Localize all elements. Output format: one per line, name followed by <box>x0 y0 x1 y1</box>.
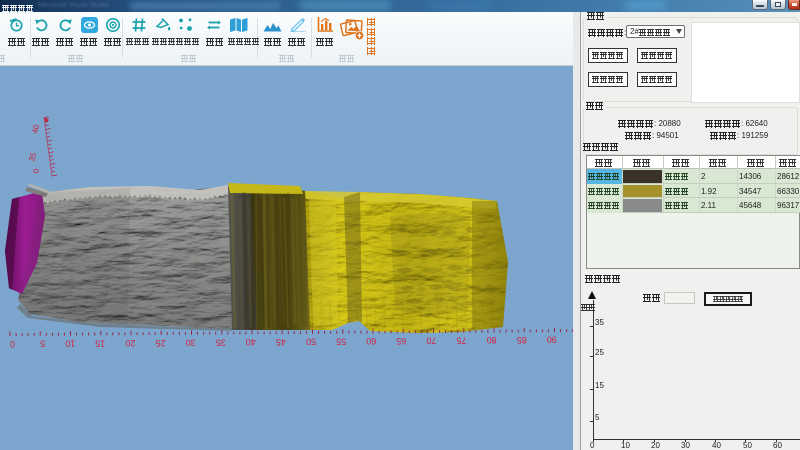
svg-text:40: 40 <box>246 337 256 347</box>
svg-text:0: 0 <box>31 167 41 174</box>
svg-text:80: 80 <box>487 335 497 345</box>
svg-text:75: 75 <box>456 335 466 345</box>
svg-text:65: 65 <box>396 336 406 346</box>
svg-text:20: 20 <box>125 338 135 348</box>
svg-text:10: 10 <box>65 339 75 349</box>
svg-text:15: 15 <box>95 338 105 348</box>
svg-text:85: 85 <box>517 335 527 345</box>
svg-text:90: 90 <box>547 335 557 345</box>
svg-text:45: 45 <box>276 337 286 347</box>
svg-text:0: 0 <box>10 339 15 349</box>
svg-text:60: 60 <box>366 336 376 346</box>
svg-text:30: 30 <box>186 338 196 348</box>
svg-text:40: 40 <box>30 123 41 134</box>
svg-text:25: 25 <box>155 338 165 348</box>
svg-text:35: 35 <box>216 337 226 347</box>
svg-text:55: 55 <box>336 336 346 346</box>
svg-text:70: 70 <box>426 336 436 346</box>
svg-text:35: 35 <box>27 151 38 162</box>
svg-text:50: 50 <box>306 337 316 347</box>
svg-text:5: 5 <box>40 339 45 349</box>
